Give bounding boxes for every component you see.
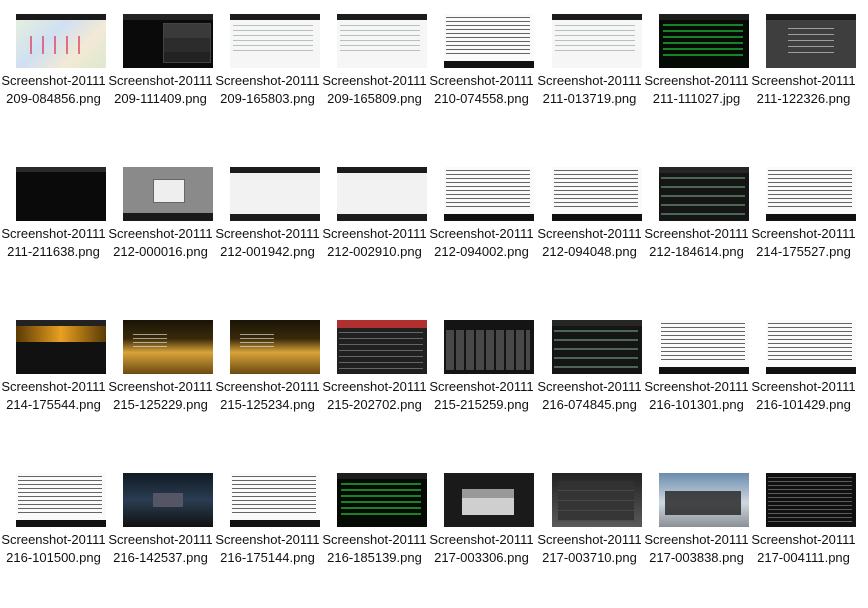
file-name-label: Screenshot-20111209-165809.png xyxy=(322,73,427,106)
file-thumbnail xyxy=(444,320,534,374)
file-thumbnail xyxy=(552,473,642,527)
file-item[interactable]: Screenshot-20111209-165809.png xyxy=(321,0,428,140)
file-name-label: Screenshot-20111211-122326.png xyxy=(751,73,856,106)
file-name-label: Screenshot-20111212-094048.png xyxy=(537,226,642,259)
file-thumbnail xyxy=(337,320,427,374)
file-name-label: Screenshot-20111212-002910.png xyxy=(322,226,427,259)
file-thumbnail xyxy=(123,320,213,374)
file-thumbnail xyxy=(552,14,642,68)
file-name-label: Screenshot-20111212-000016.png xyxy=(108,226,213,259)
file-icon-grid: Screenshot-20111209-084856.png Screenshot… xyxy=(0,0,868,608)
file-item[interactable]: Screenshot-20111209-111409.png xyxy=(107,0,214,140)
file-name-label: Screenshot-20111215-125234.png xyxy=(215,379,320,412)
file-thumbnail xyxy=(123,14,213,68)
file-name-label: Screenshot-20111214-175544.png xyxy=(1,379,106,412)
file-item[interactable]: Screenshot-20111215-202702.png xyxy=(321,306,428,446)
file-item[interactable]: Screenshot-20111217-003306.png xyxy=(428,459,535,599)
file-name-label: Screenshot-20111217-003306.png xyxy=(429,532,534,565)
file-thumbnail xyxy=(16,320,106,374)
file-item[interactable]: Screenshot-20111215-125234.png xyxy=(214,306,321,446)
file-item[interactable]: Screenshot-20111216-185139.png xyxy=(321,459,428,599)
file-name-label: Screenshot-20111212-001942.png xyxy=(215,226,320,259)
file-name-label: Screenshot-20111209-111409.png xyxy=(108,73,213,106)
file-thumbnail xyxy=(337,167,427,221)
file-item[interactable]: Screenshot-20111212-002910.png xyxy=(321,153,428,293)
file-item[interactable]: Screenshot-20111211-211638.png xyxy=(0,153,107,293)
file-item[interactable]: Screenshot-20111216-074845.png xyxy=(536,306,643,446)
file-name-label: Screenshot-20111212-184614.png xyxy=(644,226,749,259)
file-thumbnail xyxy=(552,320,642,374)
file-thumbnail xyxy=(552,167,642,221)
file-thumbnail xyxy=(766,167,856,221)
file-thumbnail xyxy=(444,167,534,221)
file-name-label: Screenshot-20111216-101301.png xyxy=(644,379,749,412)
file-name-label: Screenshot-20111217-004111.png xyxy=(751,532,856,565)
file-item[interactable]: Screenshot-20111215-215259.png xyxy=(428,306,535,446)
file-name-label: Screenshot-20111215-202702.png xyxy=(322,379,427,412)
file-name-label: Screenshot-20111215-215259.png xyxy=(429,379,534,412)
file-thumbnail xyxy=(766,320,856,374)
file-thumbnail xyxy=(444,14,534,68)
file-thumbnail xyxy=(337,473,427,527)
file-item[interactable]: Screenshot-20111216-101301.png xyxy=(643,306,750,446)
file-item[interactable]: Screenshot-20111212-184614.png xyxy=(643,153,750,293)
file-thumbnail xyxy=(230,14,320,68)
file-name-label: Screenshot-20111216-175144.png xyxy=(215,532,320,565)
file-item[interactable]: Screenshot-20111211-122326.png xyxy=(750,0,857,140)
file-item[interactable]: Screenshot-20111217-003710.png xyxy=(536,459,643,599)
file-item[interactable]: Screenshot-20111212-001942.png xyxy=(214,153,321,293)
file-thumbnail xyxy=(123,167,213,221)
file-item[interactable]: Screenshot-20111217-003838.png xyxy=(643,459,750,599)
file-thumbnail xyxy=(659,14,749,68)
file-thumbnail xyxy=(444,473,534,527)
file-name-label: Screenshot-20111216-185139.png xyxy=(322,532,427,565)
file-name-label: Screenshot-20111211-211638.png xyxy=(1,226,106,259)
file-name-label: Screenshot-20111215-125229.png xyxy=(108,379,213,412)
file-item[interactable]: Screenshot-20111216-142537.png xyxy=(107,459,214,599)
file-thumbnail xyxy=(230,320,320,374)
file-item[interactable]: Screenshot-20111217-004111.png xyxy=(750,459,857,599)
file-name-label: Screenshot-20111211-111027.jpg xyxy=(644,73,749,106)
file-item[interactable]: Screenshot-20111216-101500.png xyxy=(0,459,107,599)
file-thumbnail xyxy=(123,473,213,527)
file-thumbnail xyxy=(659,473,749,527)
file-item[interactable]: Screenshot-20111211-111027.jpg xyxy=(643,0,750,140)
file-name-label: Screenshot-20111214-175527.png xyxy=(751,226,856,259)
file-name-label: Screenshot-20111217-003710.png xyxy=(537,532,642,565)
file-item[interactable]: Screenshot-20111212-094002.png xyxy=(428,153,535,293)
file-item[interactable]: Screenshot-20111216-175144.png xyxy=(214,459,321,599)
file-thumbnail xyxy=(230,473,320,527)
file-thumbnail xyxy=(16,473,106,527)
file-thumbnail xyxy=(16,167,106,221)
file-item[interactable]: Screenshot-20111209-084856.png xyxy=(0,0,107,140)
file-item[interactable]: Screenshot-20111214-175527.png xyxy=(750,153,857,293)
file-name-label: Screenshot-20111211-013719.png xyxy=(537,73,642,106)
file-item[interactable]: Screenshot-20111215-125229.png xyxy=(107,306,214,446)
file-item[interactable]: Screenshot-20111209-165803.png xyxy=(214,0,321,140)
file-thumbnail xyxy=(659,320,749,374)
file-name-label: Screenshot-20111209-165803.png xyxy=(215,73,320,106)
file-name-label: Screenshot-20111216-101429.png xyxy=(751,379,856,412)
file-item[interactable]: Screenshot-20111210-074558.png xyxy=(428,0,535,140)
file-thumbnail xyxy=(337,14,427,68)
file-name-label: Screenshot-20111216-142537.png xyxy=(108,532,213,565)
file-item[interactable]: Screenshot-20111212-000016.png xyxy=(107,153,214,293)
file-item[interactable]: Screenshot-20111216-101429.png xyxy=(750,306,857,446)
file-name-label: Screenshot-20111216-101500.png xyxy=(1,532,106,565)
file-thumbnail xyxy=(659,167,749,221)
file-name-label: Screenshot-20111209-084856.png xyxy=(1,73,106,106)
file-name-label: Screenshot-20111210-074558.png xyxy=(429,73,534,106)
file-item[interactable]: Screenshot-20111212-094048.png xyxy=(536,153,643,293)
file-thumbnail xyxy=(766,14,856,68)
file-item[interactable]: Screenshot-20111211-013719.png xyxy=(536,0,643,140)
file-name-label: Screenshot-20111216-074845.png xyxy=(537,379,642,412)
file-thumbnail xyxy=(16,14,106,68)
file-name-label: Screenshot-20111212-094002.png xyxy=(429,226,534,259)
file-thumbnail xyxy=(230,167,320,221)
file-item[interactable]: Screenshot-20111214-175544.png xyxy=(0,306,107,446)
file-name-label: Screenshot-20111217-003838.png xyxy=(644,532,749,565)
file-thumbnail xyxy=(766,473,856,527)
